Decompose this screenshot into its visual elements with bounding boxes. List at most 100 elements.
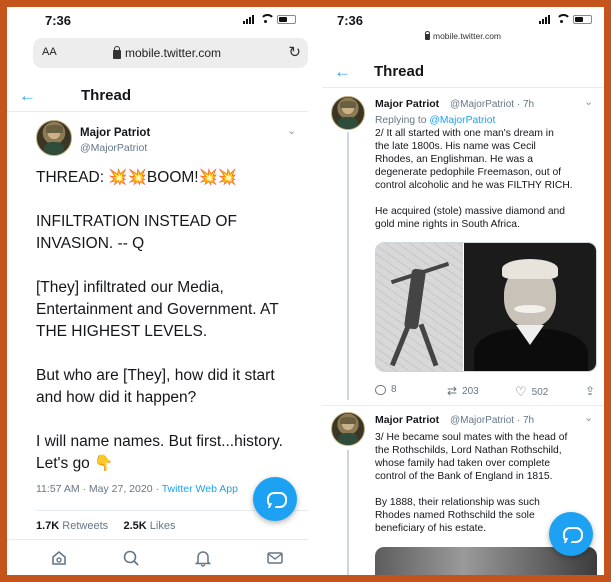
tweet-line: Let's go 👇 — [36, 455, 114, 472]
tweet-line: I will name names. But first...history. — [36, 433, 283, 450]
reload-icon[interactable]: ↻ — [288, 43, 301, 61]
author-name[interactable]: Major Patriot — [80, 127, 150, 139]
reply-icon — [375, 384, 386, 395]
status-icons — [243, 14, 296, 24]
text-size-button[interactable]: AA — [42, 46, 57, 58]
status-icons — [539, 14, 592, 24]
tweet-line: By 1888, their relationship was such — [375, 497, 540, 508]
likes-count[interactable]: 2.5K — [123, 520, 146, 532]
tweet-line: degenerate pedophile Freemason, out of — [375, 167, 562, 178]
tweet-line: 3/ He became soul mates with the head of — [375, 432, 568, 443]
replying-prefix: Replying to — [375, 115, 430, 126]
avatar[interactable] — [36, 120, 72, 156]
tweet-line: But who are [They], how did it start — [36, 367, 275, 384]
reply-button[interactable]: 8 — [375, 384, 397, 395]
tweet-line: 2/ It all started with one man's dream i… — [375, 128, 554, 139]
tweet-line: and how did it happen? — [36, 389, 197, 406]
tweet-body: THREAD: 💥💥BOOM!💥💥 INFILTRATION INSTEAD O… — [36, 167, 308, 475]
status-bar: 7:36 — [7, 7, 308, 35]
browser-url-bar[interactable]: AA mobile.twitter.com ↻ — [33, 38, 308, 68]
tweet-actions: 8 ⇄ 203 ♡ 502 ⇪ — [375, 384, 600, 400]
tweet-line: gold mine rights in South Africa. — [375, 219, 520, 230]
bottom-navigation — [7, 539, 308, 575]
url-text: mobile.twitter.com — [125, 46, 222, 60]
thread-header: ← Thread — [7, 80, 308, 112]
search-icon[interactable] — [122, 549, 140, 567]
divider — [322, 405, 604, 406]
compose-button[interactable] — [253, 477, 297, 521]
home-icon[interactable] — [50, 549, 68, 567]
signal-icon — [539, 14, 550, 24]
author-handle[interactable]: @MajorPatriot — [80, 142, 147, 154]
right-phone-screen: 7:36 mobile.twitter.com ← Thread Major P… — [322, 7, 604, 575]
battery-icon — [277, 14, 296, 24]
page-title: Thread — [81, 87, 132, 104]
author-name[interactable]: Major Patriot — [375, 414, 439, 426]
chevron-down-icon[interactable]: ⌄ — [287, 124, 296, 137]
portrait-photo-image[interactable] — [464, 243, 596, 371]
screenshot-frame: 7:36 AA mobile.twitter.com ↻ ← Thread Ma… — [7, 7, 604, 575]
status-time: 7:36 — [45, 13, 72, 28]
panel-divider — [308, 7, 322, 575]
page-title: Thread — [374, 63, 425, 80]
author-handle[interactable]: @MajorPatriot · 7h — [450, 415, 534, 426]
tweet-media[interactable] — [375, 242, 597, 372]
like-count: 502 — [531, 386, 549, 398]
signal-icon — [243, 14, 254, 24]
retweets-label[interactable]: Retweets — [59, 520, 108, 532]
tweet-line: control alcoholic and he was FILTHY RICH… — [375, 180, 573, 191]
colossus-cartoon-image[interactable] — [376, 243, 463, 371]
replying-handle-link[interactable]: @MajorPatriot — [429, 115, 495, 126]
tweet-timestamp: 11:57 AM · May 27, 2020 · Twitter Web Ap… — [36, 483, 238, 495]
compose-button[interactable] — [549, 512, 593, 556]
tweet-line: the late 1800s. His name was Cecil — [375, 141, 536, 152]
tweet-line: whose family had taken over complete — [375, 458, 551, 469]
tweet-line: THE HIGHEST LEVELS. — [36, 323, 208, 340]
tweet-source-link[interactable]: Twitter Web App — [162, 483, 238, 495]
tweet-body: Replying to @MajorPatriot 2/ It all star… — [375, 114, 597, 231]
likes-label[interactable]: Likes — [147, 520, 176, 532]
retweet-button[interactable]: ⇄ 203 — [447, 384, 479, 398]
chevron-down-icon[interactable]: ⌄ — [584, 95, 593, 108]
thread-connector — [347, 132, 349, 400]
tweet-line: Entertainment and Government. AT — [36, 301, 279, 318]
tweet-stats: 1.7K Retweets 2.5K Likes — [36, 520, 175, 532]
like-icon: ♡ — [515, 384, 527, 399]
url-text: mobile.twitter.com — [432, 31, 502, 41]
tweet-line: control of the Bank of England in 1815. — [375, 471, 553, 482]
wifi-icon — [555, 14, 571, 24]
share-button[interactable]: ⇪ — [585, 384, 595, 398]
lock-icon — [113, 45, 121, 59]
thread-connector — [347, 450, 349, 575]
left-phone-screen: 7:36 AA mobile.twitter.com ↻ ← Thread Ma… — [7, 7, 308, 575]
tweet-line: the Rothschilds, Lord Nathan Rothschild, — [375, 445, 562, 456]
status-time: 7:36 — [337, 13, 364, 28]
tweet-line: [They] infiltrated our Media, — [36, 279, 224, 296]
wifi-icon — [259, 14, 275, 24]
avatar[interactable] — [331, 412, 365, 446]
like-button[interactable]: ♡ 502 — [515, 384, 548, 400]
tweet-line: INFILTRATION INSTEAD OF — [36, 213, 237, 230]
back-arrow-icon[interactable]: ← — [334, 62, 351, 82]
tweet-line: Rhodes, an Englishman. He was a — [375, 154, 533, 165]
tweet-line: He acquired (stole) massive diamond and — [375, 206, 566, 217]
browser-url-bar[interactable]: mobile.twitter.com — [322, 31, 604, 41]
back-arrow-icon[interactable]: ← — [19, 86, 36, 106]
chevron-down-icon[interactable]: ⌄ — [584, 411, 593, 424]
battery-icon — [573, 14, 592, 24]
retweet-icon: ⇄ — [447, 384, 458, 398]
mail-icon[interactable] — [266, 549, 284, 567]
bell-icon[interactable] — [194, 549, 212, 567]
timestamp-text: 11:57 AM · May 27, 2020 · — [36, 483, 162, 495]
avatar[interactable] — [331, 96, 365, 130]
author-name[interactable]: Major Patriot — [375, 98, 439, 110]
lock-icon — [424, 31, 430, 40]
retweets-count[interactable]: 1.7K — [36, 520, 59, 532]
retweet-count: 203 — [462, 385, 479, 397]
tweet-line: INVASION. -- Q — [36, 235, 145, 252]
author-handle[interactable]: @MajorPatriot · 7h — [450, 99, 534, 110]
share-icon: ⇪ — [585, 384, 596, 398]
url-display[interactable]: mobile.twitter.com — [113, 45, 222, 60]
thread-header: ← Thread — [322, 56, 604, 88]
tweet-line: THREAD: 💥💥BOOM!💥💥 — [36, 169, 238, 186]
